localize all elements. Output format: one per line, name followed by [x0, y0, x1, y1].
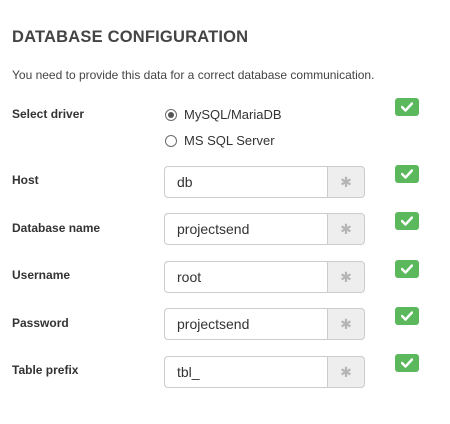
- radio-mssql[interactable]: [165, 134, 177, 147]
- password-label: Password: [12, 316, 69, 330]
- username-input-group: ✱: [164, 261, 365, 293]
- host-valid-checkmark-icon: [395, 165, 419, 183]
- table-prefix-input[interactable]: [164, 356, 327, 388]
- driver-option-label: MySQL/MariaDB: [184, 107, 282, 122]
- driver-label: Select driver: [12, 107, 85, 121]
- asterisk-icon: ✱: [327, 356, 365, 388]
- database-name-label: Database name: [12, 221, 101, 235]
- host-input[interactable]: [164, 166, 327, 198]
- table-prefix-valid-checkmark-icon: [395, 354, 419, 372]
- username-input[interactable]: [164, 261, 327, 293]
- driver-option-label: MS SQL Server: [184, 133, 275, 148]
- driver-option-mssql[interactable]: MS SQL Server: [165, 133, 275, 148]
- asterisk-icon: ✱: [327, 166, 365, 198]
- page-title: DATABASE CONFIGURATION: [12, 28, 249, 46]
- asterisk-icon: ✱: [327, 213, 365, 245]
- password-input[interactable]: [164, 308, 327, 340]
- password-valid-checkmark-icon: [395, 307, 419, 325]
- table-prefix-label: Table prefix: [12, 363, 79, 377]
- page-description: You need to provide this data for a corr…: [12, 68, 375, 82]
- radio-mysql[interactable]: [165, 108, 177, 121]
- asterisk-icon: ✱: [327, 308, 365, 340]
- username-label: Username: [12, 268, 71, 282]
- driver-option-mysql[interactable]: MySQL/MariaDB: [165, 107, 282, 122]
- host-input-group: ✱: [164, 166, 365, 198]
- database-name-valid-checkmark-icon: [395, 212, 419, 230]
- database-configuration-panel: DATABASE CONFIGURATION You need to provi…: [0, 0, 450, 424]
- username-valid-checkmark-icon: [395, 260, 419, 278]
- database-name-input-group: ✱: [164, 213, 365, 245]
- table-prefix-input-group: ✱: [164, 356, 365, 388]
- password-input-group: ✱: [164, 308, 365, 340]
- asterisk-icon: ✱: [327, 261, 365, 293]
- database-name-input[interactable]: [164, 213, 327, 245]
- host-label: Host: [12, 173, 39, 187]
- driver-valid-checkmark-icon: [395, 98, 419, 116]
